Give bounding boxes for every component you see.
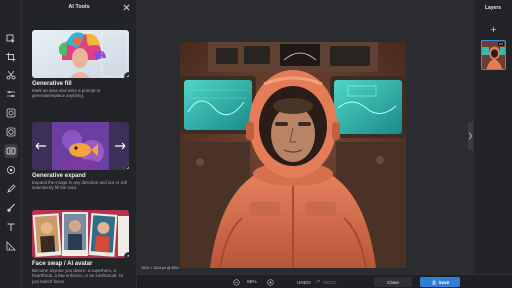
bottom-toolbar: 68% UNDO REDO Close Save <box>137 274 512 288</box>
redo-button[interactable]: REDO <box>315 277 336 287</box>
ai-badge-icon <box>124 72 129 78</box>
generative-fill-thumbnail <box>32 30 129 78</box>
editor-app: AI Tools Generative fill Mark an area an… <box>0 0 512 288</box>
cut-icon[interactable] <box>4 68 18 82</box>
face-icon[interactable] <box>4 163 18 177</box>
ai-badge-icon <box>124 252 129 258</box>
save-icon <box>431 279 436 285</box>
redo-label: REDO <box>323 279 337 285</box>
layer-more-icon[interactable]: ••• <box>497 42 504 46</box>
close-icon[interactable] <box>122 3 131 12</box>
face-swap-card[interactable]: Face swap / AI avatar Become anyone you … <box>32 210 129 284</box>
zoom-out-icon <box>233 278 240 286</box>
tool-rail <box>0 0 22 288</box>
layer-thumbnail[interactable]: ••• <box>481 40 506 70</box>
filter-icon[interactable] <box>4 125 18 139</box>
save-button[interactable]: Save <box>420 277 460 287</box>
undo-button[interactable]: UNDO <box>297 277 311 287</box>
zoom-in-button[interactable] <box>267 277 274 287</box>
ai-tools-icon[interactable] <box>4 144 18 158</box>
card-description: Become anyone you desire: a superhero, a… <box>32 268 124 284</box>
card-title: Generative expand <box>32 173 86 179</box>
graphics-icon[interactable] <box>4 239 18 253</box>
ai-tools-panel: AI Tools Generative fill Mark an area an… <box>22 0 137 288</box>
canvas-image[interactable] <box>180 42 406 268</box>
card-description: Mark an area and write a prompt to gener… <box>32 88 101 99</box>
paint-icon[interactable] <box>4 182 18 196</box>
card-title: Generative fill <box>32 81 72 87</box>
face-swap-thumbnail <box>32 210 129 258</box>
adjust-icon[interactable] <box>4 87 18 101</box>
generative-fill-card[interactable]: Generative fill Mark an area and write a… <box>32 30 129 99</box>
canvas-area[interactable]: 1024 × 1024 px @ 46% <box>137 0 473 274</box>
layers-title: Layers <box>484 5 502 11</box>
image-size-label: 1024 × 1024 px @ 46% <box>141 266 179 270</box>
layers-panel: Layers ••• <box>473 0 512 288</box>
add-layer-button[interactable] <box>486 24 500 34</box>
text-icon[interactable] <box>4 220 18 234</box>
select-icon[interactable] <box>4 32 18 46</box>
zoom-level: 68% <box>247 279 257 285</box>
zoom-in-icon <box>267 278 274 286</box>
zoom-out-button[interactable] <box>233 277 240 287</box>
save-label: Save <box>438 279 450 285</box>
plus-icon <box>490 26 496 32</box>
card-title: Face swap / AI avatar <box>32 261 93 267</box>
brush-icon[interactable] <box>4 201 18 215</box>
panel-title: AI Tools <box>68 4 90 10</box>
ai-badge-icon <box>124 164 129 170</box>
card-description: Expand the image in any direction and ou… <box>32 180 127 191</box>
undo-label: UNDO <box>297 279 311 285</box>
generative-expand-thumbnail <box>32 122 129 170</box>
panel-header: AI Tools <box>22 0 136 16</box>
close-button[interactable]: Close <box>374 277 412 287</box>
generative-expand-card[interactable]: Generative expand Expand the image in an… <box>32 122 129 191</box>
effects-icon[interactable] <box>4 106 18 120</box>
redo-icon <box>315 279 321 284</box>
crop-icon[interactable] <box>4 50 18 64</box>
